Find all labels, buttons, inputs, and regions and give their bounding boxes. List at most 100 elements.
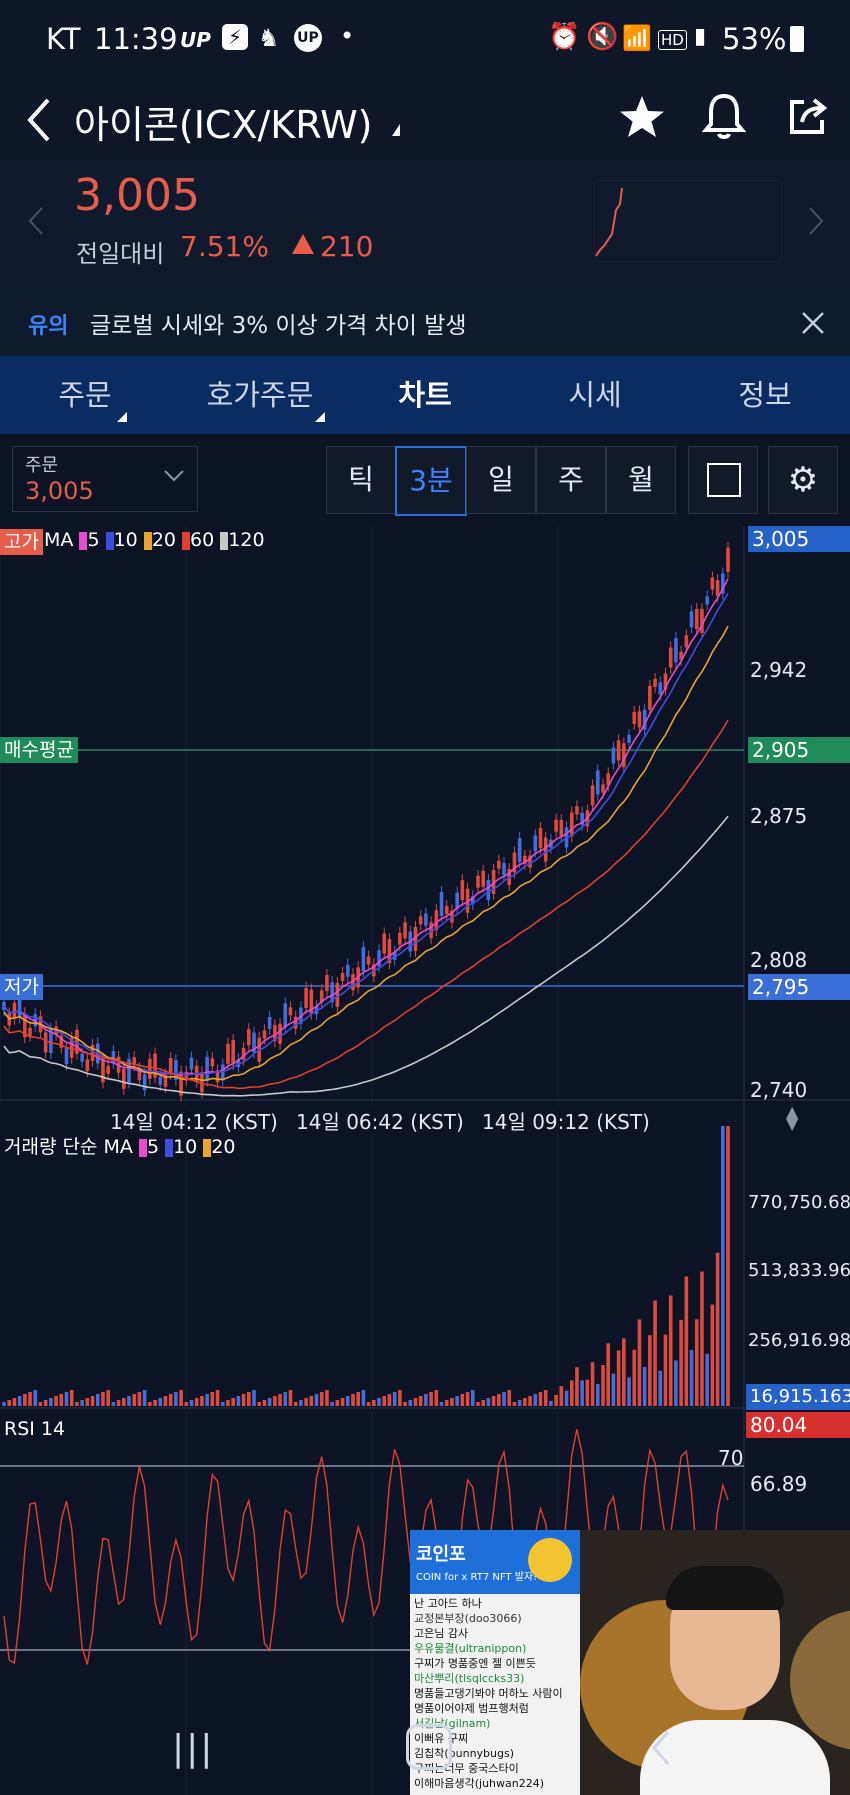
volume-bar: [658, 1370, 663, 1406]
next-coin-arrow-icon[interactable]: [808, 206, 824, 236]
volume-bar: [257, 1402, 262, 1406]
volume-bar: [507, 1390, 512, 1406]
volume-bar: [611, 1373, 616, 1406]
volume-bar: [189, 1400, 194, 1406]
volume-bar: [465, 1392, 470, 1406]
volume-bar: [528, 1396, 532, 1406]
volume-bar: [49, 1398, 53, 1406]
volume-bar: [543, 1390, 548, 1406]
chart-settings-button[interactable]: ⚙: [768, 446, 838, 514]
order-select-value: 3,005: [25, 477, 94, 505]
volume-bar: [585, 1379, 590, 1406]
volume-bar: [497, 1394, 501, 1406]
tab-quote-order[interactable]: 호가주문: [185, 356, 335, 434]
favorite-star-icon[interactable]: [618, 94, 666, 140]
tab-order[interactable]: 주문: [20, 356, 150, 434]
battery-icon: [790, 26, 804, 52]
volume-current-tag: 16,915.163: [746, 1384, 850, 1410]
clock: 11:39: [94, 22, 178, 56]
ma20-line: [3, 625, 729, 1082]
stream-banner: 코인포 COIN for x RT7 NFT 발자!: [410, 1530, 580, 1594]
change-label: 전일대비: [76, 240, 165, 268]
volume-bar: [319, 1392, 324, 1406]
order-select[interactable]: 주문 3,005: [12, 446, 198, 512]
volume-bar: [43, 1400, 48, 1406]
current-price: 3,005: [74, 170, 200, 221]
ma5-line: [3, 578, 729, 1076]
tab-market[interactable]: 시세: [530, 356, 660, 434]
volume-bar: [241, 1394, 246, 1406]
volume-bar: [476, 1402, 480, 1406]
volume-bar: [273, 1396, 277, 1406]
volume-bar: [653, 1300, 657, 1406]
volume-bar: [575, 1367, 579, 1406]
tab-info[interactable]: 정보: [700, 356, 830, 434]
volume-bar: [121, 1398, 126, 1406]
volume-bar: [470, 1390, 475, 1406]
vol-ma20-label: 20: [211, 1136, 236, 1158]
page-title[interactable]: 아이콘(ICX/KRW): [74, 94, 372, 149]
period-month-button[interactable]: 월: [606, 446, 676, 514]
volume-bar: [179, 1390, 183, 1406]
volume-bar: [215, 1390, 220, 1406]
volume-bar: [174, 1392, 178, 1406]
resize-handle-icon[interactable]: ▲ ▼: [786, 1104, 798, 1132]
tab-quote-order-caret-icon: [315, 412, 325, 422]
title-dropdown-icon[interactable]: [392, 124, 400, 136]
system-back-icon[interactable]: [650, 1730, 672, 1766]
back-arrow-icon[interactable]: [24, 96, 54, 144]
chat-line: 고은님 감사: [414, 1627, 469, 1640]
volume-bar: [377, 1398, 381, 1406]
volume-bar: [210, 1392, 215, 1406]
volume-bar: [668, 1295, 673, 1406]
streamer-hair: [666, 1566, 784, 1610]
home-icon[interactable]: [406, 1724, 452, 1770]
volume-bar: [17, 1396, 22, 1406]
share-icon[interactable]: [786, 94, 830, 138]
change-percent: 7.51%: [180, 230, 269, 263]
volume-bar: [28, 1392, 32, 1406]
bell-icon[interactable]: [702, 92, 746, 142]
battery-percent: 53%: [722, 22, 787, 56]
prev-coin-arrow-icon[interactable]: [28, 206, 44, 236]
volume-bar: [627, 1377, 631, 1406]
volume-bar: [163, 1396, 168, 1406]
ma20-swatch: [143, 531, 152, 550]
volume-bar: [554, 1394, 558, 1406]
chat-line: 구찌가 명품중엔 젤 이쁜듯: [414, 1657, 536, 1670]
order-select-label: 주문: [25, 455, 59, 476]
volume-legend-title: 거래량 단순: [4, 1136, 98, 1158]
chat-line: 난 고아드 하나: [414, 1597, 482, 1610]
volume-bar: [101, 1392, 105, 1406]
volume-bar: [69, 1390, 74, 1406]
volume-bar: [559, 1386, 564, 1406]
volume-bar: [330, 1402, 334, 1406]
volume-bar: [116, 1400, 121, 1406]
tab-chart-label: 차트: [398, 378, 452, 412]
volume-bar: [616, 1350, 621, 1406]
volume-bar: [523, 1398, 527, 1406]
volume-bar: [512, 1402, 517, 1406]
rsi-70-label: 70: [718, 1446, 744, 1470]
period-week-button[interactable]: 주: [536, 446, 606, 514]
volume-bar: [663, 1334, 668, 1406]
volume-bar: [538, 1392, 543, 1406]
period-tick-button[interactable]: 틱: [326, 446, 396, 514]
volume-bar: [439, 1402, 444, 1406]
volume-bar: [168, 1394, 173, 1406]
volume-bar: [278, 1394, 282, 1406]
recent-apps-icon[interactable]: |||: [172, 1728, 214, 1769]
period-day-button[interactable]: 일: [466, 446, 536, 514]
volume-bar: [533, 1394, 538, 1406]
period-3min-button[interactable]: 3분: [395, 446, 467, 516]
volume-bar: [689, 1350, 694, 1406]
fullscreen-button[interactable]: [688, 446, 758, 514]
volume-bar: [450, 1398, 454, 1406]
tab-chart[interactable]: 차트: [360, 356, 490, 434]
signal-icon: ▮: [694, 24, 707, 49]
rsi-legend: RSI 14: [4, 1418, 66, 1440]
close-icon[interactable]: [800, 310, 826, 336]
volume-bar: [158, 1398, 163, 1406]
volume-bar: [23, 1394, 27, 1406]
volume-bar: [314, 1394, 319, 1406]
